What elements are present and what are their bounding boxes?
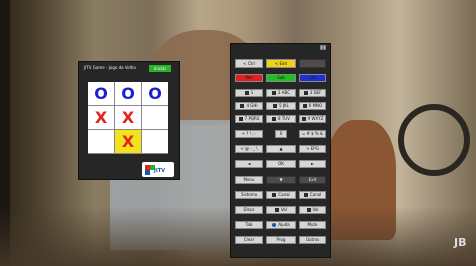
exit-button[interactable]: Exit [299,176,326,184]
channel-up-button[interactable]: Canal [266,191,296,199]
board-cell[interactable]: X [88,106,114,129]
green-button[interactable]: Sub [266,74,296,82]
left-arrow-button[interactable]: ◄ [235,160,263,168]
board-cell[interactable]: O [88,82,114,105]
key-7-button[interactable]: 7 PQRS [235,115,263,123]
key-4-button[interactable]: 4 GHI [235,102,263,110]
blue-button[interactable]: Lst [299,74,326,82]
system-button[interactable]: Sistema [235,191,263,199]
channel-up-icon [272,193,277,197]
jitv-logo: JITV [142,162,174,177]
disc-button[interactable]: Disco [235,206,263,214]
channel-down-icon [303,193,308,197]
key-marker-icon [244,91,249,95]
key-9-button[interactable]: 9 WXYZ [299,115,326,123]
tv-channel-logo: JB [454,236,467,249]
key-marker-icon [238,117,243,121]
menu-button[interactable]: Menu [235,176,263,184]
key-5-button[interactable]: 5 JKL [266,102,296,110]
go-button[interactable]: = Ir [299,59,326,68]
down-arrow-button[interactable]: ▼ [266,176,296,184]
special-chars-button[interactable]: = # $ % & [299,130,326,138]
key-1-button[interactable]: 1 [235,89,263,97]
prog-button[interactable]: Prog [266,236,296,244]
start-game-button[interactable]: Iniciar [149,65,171,72]
others-button[interactable]: Outros [299,236,326,244]
ok-button[interactable]: OK [266,160,296,168]
volume-up-icon [275,208,279,212]
key-marker-icon [273,104,278,108]
volume-down-button[interactable]: Vol [299,206,326,214]
tictactoe-window: JITV Game - Jogo da Velha Iniciar O O O … [78,61,180,180]
symbols-button[interactable]: + ? ! ; - [235,130,263,138]
volume-down-icon [306,208,311,212]
key-marker-icon [272,117,277,121]
key-0-button[interactable]: 0 [275,130,287,138]
tv-screen: JB JITV Game - Jogo da Velha Iniciar O O… [0,0,476,266]
tictactoe-title: JITV Game - Jogo da Velha [84,65,136,70]
volume-up-button[interactable]: Vol [266,206,296,214]
key-2-button[interactable]: 2 ABC [266,89,296,97]
red-button[interactable]: Rec [235,74,263,82]
board-cell[interactable]: O [115,82,141,105]
key-marker-icon [302,104,307,108]
board-cell-selected[interactable]: X [115,130,141,153]
logo-text: JITV [154,168,166,174]
exit-yellow-button[interactable]: < Exit [266,59,296,68]
board-cell[interactable]: X [115,106,141,129]
logo-blue-square [145,170,150,175]
right-arrow-button[interactable]: ► [299,160,326,168]
tictactoe-board: O O O X X X [88,82,168,154]
board-cell[interactable] [88,130,114,153]
help-button[interactable]: Ajuda [266,221,296,229]
board-cell[interactable] [142,130,168,153]
board-cell[interactable] [142,106,168,129]
at-symbols-button[interactable]: < @ - _ \ [235,145,263,153]
key-marker-icon [240,104,245,108]
remote-control-window: x < Ctrl < Exit = Ir Rec Sub Lst 1 2 ABC… [230,43,331,258]
tictactoe-header: JITV Game - Jogo da Velha Iniciar [79,62,179,76]
mute-button[interactable]: Mute [299,221,326,229]
key-marker-icon [303,91,308,95]
tab-button[interactable]: Tab [235,221,263,229]
close-button[interactable]: x [320,45,326,51]
video-bicycle-gear [398,104,470,176]
board-cell[interactable]: O [142,82,168,105]
key-6-button[interactable]: 6 MNO [299,102,326,110]
up-arrow-button[interactable]: ▲ [266,145,296,153]
key-marker-icon [271,91,276,95]
help-icon [272,223,277,227]
epg-button[interactable]: > EPG [299,145,326,153]
channel-down-button[interactable]: Canal [299,191,326,199]
key-3-button[interactable]: 3 DEF [299,89,326,97]
key-8-button[interactable]: 8 TUV [266,115,296,123]
clear-button[interactable]: Clear [235,236,263,244]
key-marker-icon [301,117,306,121]
ctrl-button[interactable]: < Ctrl [235,59,263,68]
